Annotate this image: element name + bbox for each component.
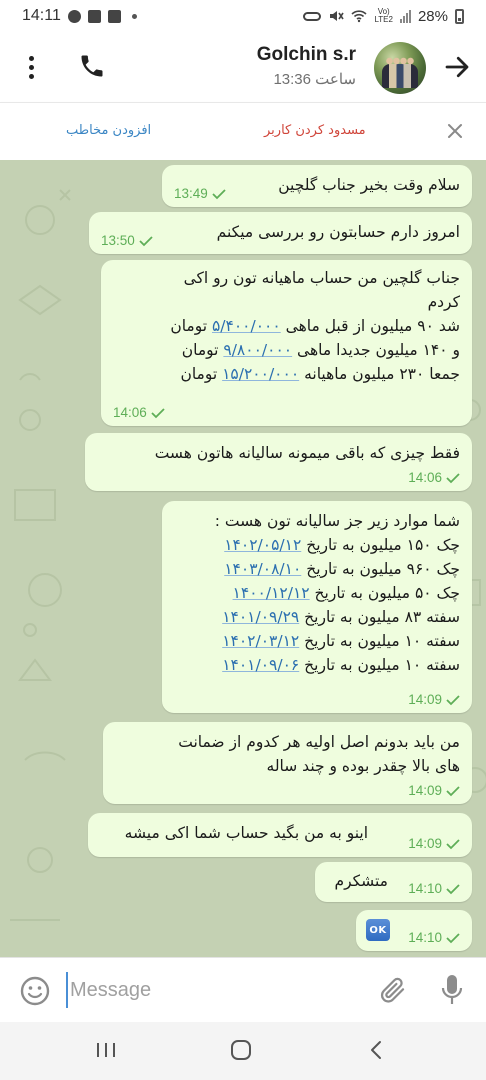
recent-apps-icon[interactable] [95, 1041, 117, 1059]
message-time: 13:50 [101, 233, 135, 248]
chat-header: Golchin s.r ساعت 13:36 [0, 32, 486, 102]
message-text: من باید بدونم اصل اولیه هر کدوم از ضمانت… [178, 733, 460, 775]
paperclip-icon[interactable] [378, 975, 408, 1005]
message-meta: 14:10 [408, 930, 460, 945]
home-icon[interactable] [230, 1039, 252, 1061]
more-notifications-dot-icon [131, 13, 137, 19]
message-bubble[interactable]: سلام وقت بخیر جناب گلچین 13:49 [162, 165, 472, 207]
check-icon [446, 694, 460, 705]
message-bubble[interactable]: من باید بدونم اصل اولیه هر کدوم از ضمانت… [103, 722, 472, 804]
message-time: 14:09 [408, 783, 442, 798]
message-text: شما موارد زیر جز سالیانه تون هست : چک ۱۵… [214, 512, 460, 674]
message-bubble[interactable]: امروز دارم حسابتون رو بررسی میکنم 13:50 [89, 212, 472, 254]
message-meta: 13:49 [174, 186, 226, 201]
wifi-icon [351, 10, 367, 23]
message-bubble[interactable]: جناب گلچین من حساب ماهیانه تون رو اکی کر… [101, 260, 472, 426]
phone-icon[interactable] [78, 52, 106, 80]
check-icon [151, 407, 165, 418]
block-user-button[interactable]: مسدود کردن کاربر [264, 123, 366, 138]
mute-icon [330, 11, 345, 21]
ok-button-emoji: OK [366, 919, 390, 941]
message-bubble[interactable]: فقط چیزی که باقی میمونه سالیانه هاتون هس… [85, 433, 472, 491]
signal-icon [399, 9, 411, 23]
message-meta: 14:09 [408, 783, 460, 798]
message-text: اینو به من بگید حساب شما اکی میشه [124, 824, 368, 842]
check-icon [446, 785, 460, 796]
message-list[interactable]: سلام وقت بخیر جناب گلچین 13:49 امروز دار… [0, 160, 486, 957]
emoji-icon[interactable] [19, 975, 51, 1007]
check-notification-icon [107, 9, 121, 23]
linked-number[interactable]: ۱۴۰۲/۰۳/۱۲ [222, 632, 299, 650]
message-time: 13:49 [174, 186, 208, 201]
check-icon [139, 235, 153, 246]
system-nav-bar [0, 1022, 486, 1080]
linked-number[interactable]: ۱۵/۲۰۰/۰۰۰ [222, 365, 299, 383]
linked-number[interactable]: ۵/۴۰۰/۰۰۰ [212, 317, 281, 335]
back-icon[interactable] [368, 1039, 384, 1061]
arrow-right-icon[interactable] [442, 52, 472, 82]
message-time: 14:09 [408, 692, 442, 707]
linked-number[interactable]: ۹/۸۰۰/۰۰۰ [223, 341, 292, 359]
contact-name[interactable]: Golchin s.r [257, 44, 356, 66]
check-icon [446, 838, 460, 849]
avatar[interactable] [374, 42, 426, 94]
message-time: 14:10 [408, 881, 442, 896]
status-left: 14:11 [22, 7, 137, 25]
message-time: 14:06 [113, 405, 147, 420]
microphone-icon[interactable] [440, 973, 464, 1007]
check-icon [446, 932, 460, 943]
linked-number[interactable]: ۱۴۰۲/۰۵/۱۲ [224, 536, 301, 554]
add-contact-button[interactable]: افزودن مخاطب [66, 123, 151, 138]
message-bubble[interactable]: اینو به من بگید حساب شما اکی میشه 14:09 [88, 813, 472, 857]
linked-number[interactable]: ۱۴۰۱/۰۹/۲۹ [222, 608, 299, 626]
contact-action-bar: افزودن مخاطب مسدود کردن کاربر [0, 102, 486, 160]
message-text: امروز دارم حسابتون رو بررسی میکنم [216, 223, 460, 241]
message-input-bar [0, 957, 486, 1022]
blocked-notification-icon [67, 9, 81, 23]
linked-number[interactable]: ۱۴۰۱/۰۹/۰۶ [222, 656, 299, 674]
message-meta: 14:06 [113, 405, 165, 420]
vpn-key-icon [303, 11, 322, 21]
message-text: جناب گلچین من حساب ماهیانه تون رو اکی کر… [170, 269, 460, 383]
linked-number[interactable]: ۱۴۰۳/۰۸/۱۰ [224, 560, 301, 578]
check-icon [446, 472, 460, 483]
message-time: 14:06 [408, 470, 442, 485]
network-type-label: Vo) LTE2 [374, 7, 393, 24]
linked-number[interactable]: ۱۴۰۰/۱۲/۱۲ [233, 584, 310, 602]
message-text: فقط چیزی که باقی میمونه سالیانه هاتون هس… [154, 444, 460, 462]
message-meta: 13:50 [101, 233, 153, 248]
check-icon [446, 883, 460, 894]
message-meta: 14:10 [408, 881, 460, 896]
status-time: 14:11 [22, 7, 61, 24]
message-time: 14:09 [408, 836, 442, 851]
more-vertical-icon[interactable] [18, 54, 44, 80]
message-bubble[interactable]: شما موارد زیر جز سالیانه تون هست : چک ۱۵… [162, 501, 472, 713]
message-meta: 14:09 [408, 692, 460, 707]
message-time: 14:10 [408, 930, 442, 945]
status-right: Vo) LTE2 28% [303, 8, 464, 25]
message-text: سلام وقت بخیر جناب گلچین [278, 176, 460, 194]
message-bubble[interactable]: متشکرم 14:10 [315, 862, 472, 902]
check-icon [212, 188, 226, 199]
close-icon[interactable] [446, 122, 464, 140]
message-bubble[interactable]: OK 14:10 [356, 910, 472, 951]
battery-icon [455, 8, 464, 24]
status-bar: 14:11 Vo) LTE2 28% [0, 0, 486, 32]
gallery-notification-icon [87, 9, 101, 23]
battery-percent: 28% [417, 7, 448, 25]
message-text: متشکرم [334, 872, 388, 890]
message-meta: 14:09 [408, 836, 460, 851]
message-input[interactable] [66, 972, 346, 1008]
message-meta: 14:06 [408, 470, 460, 485]
last-seen: ساعت 13:36 [273, 71, 356, 88]
